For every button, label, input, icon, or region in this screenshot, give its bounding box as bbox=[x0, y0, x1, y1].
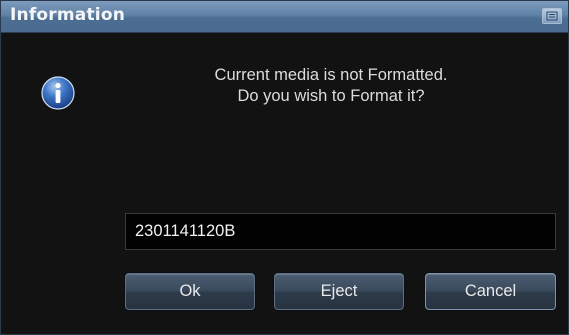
info-icon bbox=[41, 76, 75, 110]
media-id-field[interactable]: 2301141120B bbox=[125, 213, 556, 250]
eject-button[interactable]: Eject bbox=[274, 273, 404, 310]
information-dialog: Information Current media is not Formatt… bbox=[0, 0, 569, 335]
window-menu-icon bbox=[546, 11, 558, 21]
title-bar[interactable]: Information bbox=[1, 1, 568, 33]
cancel-button[interactable]: Cancel bbox=[425, 273, 556, 310]
dialog-message: Current media is not Formatted. Do you w… bbox=[121, 65, 541, 107]
message-line-2: Do you wish to Format it? bbox=[237, 87, 425, 105]
message-line-1: Current media is not Formatted. bbox=[214, 66, 448, 84]
window-menu-button[interactable] bbox=[542, 8, 562, 24]
dialog-title: Information bbox=[10, 5, 126, 25]
ok-button[interactable]: Ok bbox=[125, 273, 255, 310]
